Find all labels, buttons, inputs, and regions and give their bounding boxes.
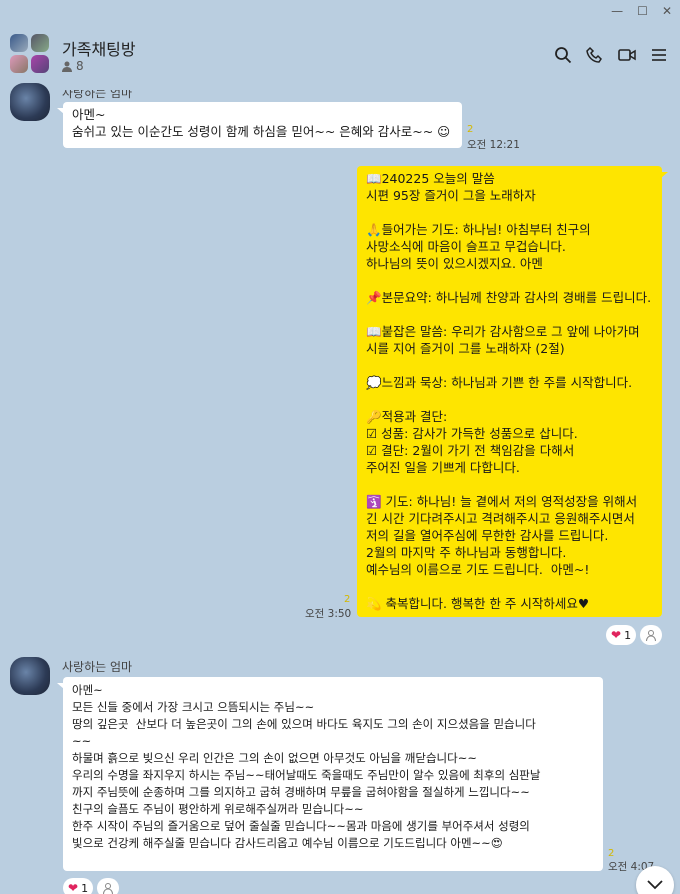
reaction-count: 1 bbox=[624, 628, 632, 642]
member-count-value: 8 bbox=[76, 59, 84, 73]
sender-name: 사랑하는 엄마 bbox=[62, 86, 133, 100]
reaction-badge[interactable]: ❤ 1 bbox=[63, 878, 94, 894]
unread-count: 2 bbox=[608, 848, 615, 859]
add-reaction-button[interactable] bbox=[97, 878, 119, 894]
close-icon[interactable]: ✕ bbox=[662, 4, 672, 18]
video-call-icon[interactable] bbox=[618, 46, 636, 64]
call-icon[interactable] bbox=[586, 46, 604, 64]
member-count[interactable]: 8 bbox=[62, 59, 84, 73]
chevron-down-icon bbox=[647, 880, 663, 890]
window-controls: — ☐ ✕ bbox=[611, 4, 672, 18]
group-avatar[interactable] bbox=[10, 34, 50, 74]
unread-count: 2 bbox=[467, 124, 474, 135]
chat-header: 가족채팅방 8 bbox=[0, 28, 680, 78]
add-reaction-button[interactable] bbox=[640, 625, 662, 645]
menu-icon[interactable] bbox=[650, 46, 668, 64]
message-time: 오전 3:50 bbox=[305, 608, 352, 620]
room-title: 가족채팅방 bbox=[62, 40, 136, 59]
reaction-count: 1 bbox=[81, 881, 89, 894]
maximize-icon[interactable]: ☐ bbox=[637, 4, 648, 18]
search-icon[interactable] bbox=[554, 46, 572, 64]
avatar[interactable] bbox=[10, 657, 50, 695]
heart-icon: ❤ bbox=[611, 628, 622, 642]
message-bubble-mine[interactable]: 📖240225 오늘의 말씀 시편 95장 즐거이 그을 노래하자 🙏들어가는 … bbox=[357, 166, 668, 617]
sender-name: 사랑하는 엄마 bbox=[62, 660, 133, 674]
message-time: 오전 12:21 bbox=[467, 139, 520, 151]
person-icon bbox=[646, 629, 656, 641]
unread-count: 2 bbox=[344, 594, 351, 605]
message-bubble[interactable]: 아멘~ 모든 신들 중에서 가장 크시고 으뜸되시는 주님~~ 땅의 깊은곳 산… bbox=[57, 677, 603, 871]
reaction-badge[interactable]: ❤ 1 bbox=[606, 625, 637, 645]
minimize-icon[interactable]: — bbox=[611, 4, 623, 18]
message-bubble[interactable]: 아멘~ 숨쉬고 있는 이순간도 성령이 함께 하심을 믿어~~ 은혜와 감사로~… bbox=[57, 102, 462, 148]
scroll-down-button[interactable] bbox=[636, 866, 674, 894]
heart-icon: ❤ bbox=[68, 881, 79, 894]
avatar[interactable] bbox=[10, 83, 50, 121]
person-icon bbox=[62, 61, 72, 72]
person-icon bbox=[103, 882, 113, 894]
header-actions bbox=[554, 46, 668, 64]
